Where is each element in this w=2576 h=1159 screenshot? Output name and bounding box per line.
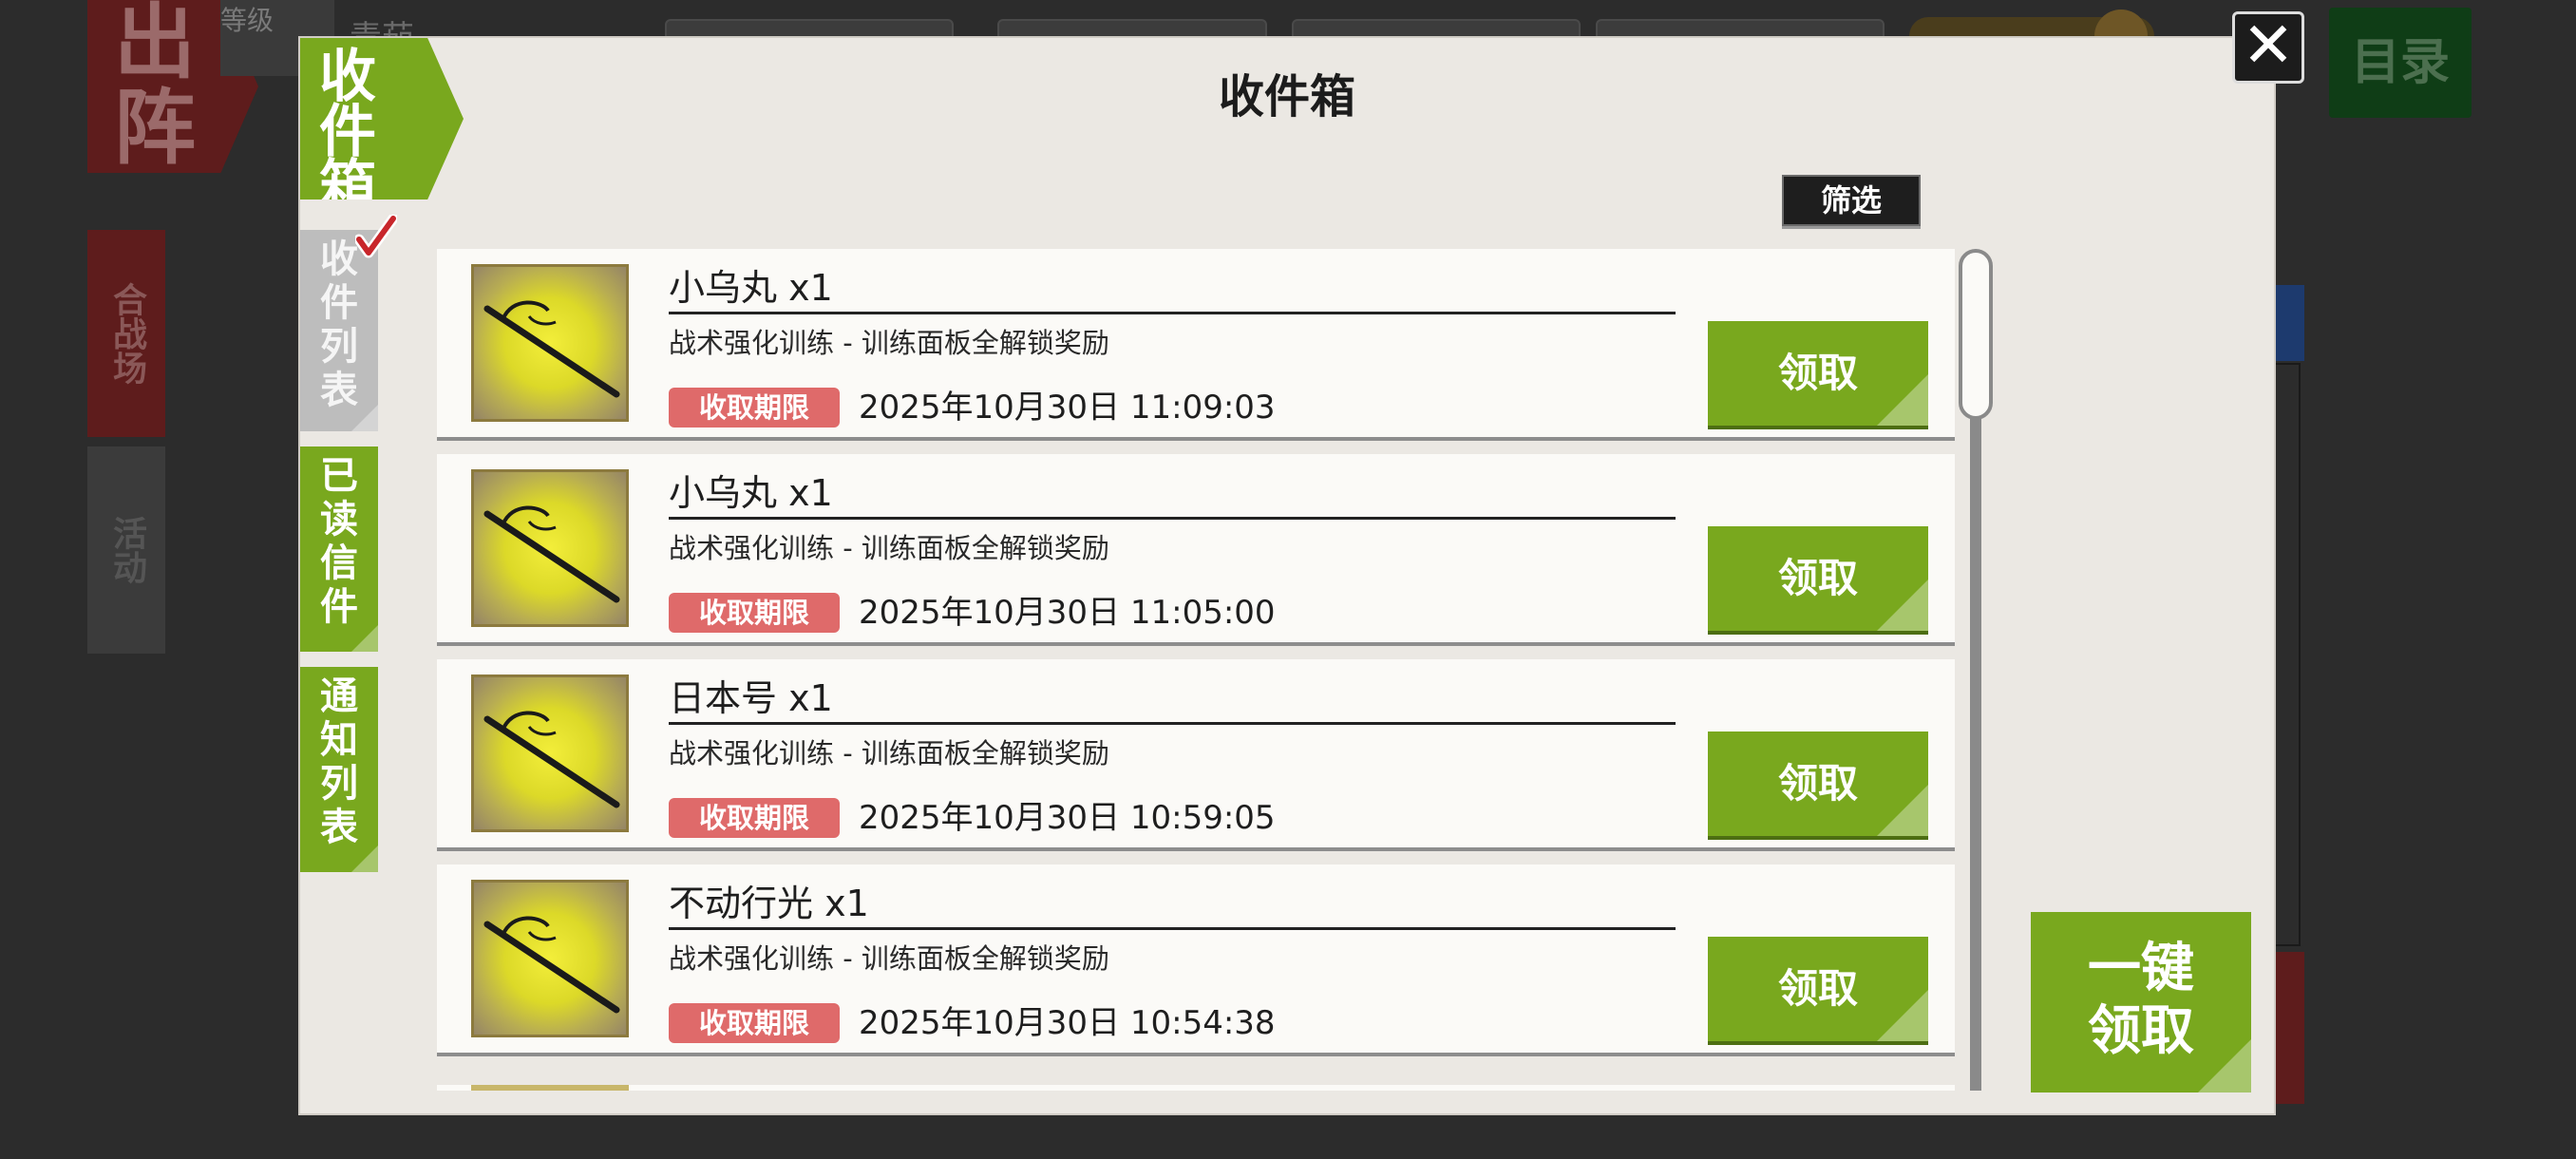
close-button[interactable]: ✕ (2232, 11, 2304, 84)
mail-source: 战术强化训练 - 训练面板全解锁奖励 (669, 327, 1109, 359)
tab-notice-list[interactable]: 通 知 列 表 (300, 667, 378, 872)
side-panel-edge (2276, 285, 2304, 361)
arena-tab[interactable]: 合战场 (87, 230, 165, 437)
mail-row (437, 1085, 1955, 1091)
item-name: 小乌丸 x1 (669, 264, 1676, 314)
item-name: 日本号 x1 (669, 674, 1676, 725)
tab-char: 已 (320, 453, 358, 498)
deadline-tag: 收取期限 (669, 1003, 840, 1043)
tab-char: 列 (320, 761, 358, 806)
tab-char: 件 (320, 280, 358, 325)
deadline-time: 2025年10月30日 10:54:38 (859, 1004, 1276, 1042)
mail-source: 战术强化训练 - 训练面板全解锁奖励 (669, 737, 1109, 770)
mail-row: 日本号 x1 战术强化训练 - 训练面板全解锁奖励 收取期限 2025年10月3… (437, 659, 1955, 847)
badge-char: 箱 (319, 154, 376, 220)
deadline-tag: 收取期限 (669, 593, 840, 633)
mail-row: 小乌丸 x1 战术强化训练 - 训练面板全解锁奖励 收取期限 2025年10月3… (437, 454, 1955, 642)
katana-icon (471, 674, 629, 832)
claim-all-button[interactable]: 一键 领取 (2031, 912, 2251, 1092)
claim-button[interactable]: 领取 (1708, 732, 1928, 836)
deadline-tag: 收取期限 (669, 388, 840, 428)
deadline-time: 2025年10月30日 11:05:00 (859, 594, 1276, 632)
menu-button[interactable]: 目录 (2329, 8, 2472, 118)
mail-source: 战术强化训练 - 训练面板全解锁奖励 (669, 942, 1109, 975)
tab-char: 表 (320, 805, 358, 849)
side-panel-edge (2276, 952, 2304, 1104)
mail-row: 小乌丸 x1 战术强化训练 - 训练面板全解锁奖励 收取期限 2025年10月3… (437, 249, 1955, 437)
event-tab[interactable]: 活动 (87, 446, 165, 654)
item-thumbnail (471, 1085, 629, 1091)
scrollbar-thumb[interactable] (1959, 249, 1993, 420)
item-name: 不动行光 x1 (669, 880, 1676, 930)
tab-inbox-list[interactable]: 收 件 列 表 (300, 230, 378, 431)
deadline-time: 2025年10月30日 10:59:05 (859, 799, 1276, 837)
mail-source: 战术强化训练 - 训练面板全解锁奖励 (669, 532, 1109, 564)
badge-char: 件 (319, 99, 376, 165)
deadline-tag: 收取期限 (669, 798, 840, 838)
badge-char: 收 (319, 44, 376, 110)
tab-char: 列 (320, 324, 358, 369)
tab-char: 信 (320, 541, 358, 585)
claim-button[interactable]: 领取 (1708, 321, 1928, 426)
claim-all-line: 领取 (2088, 999, 2194, 1062)
katana-icon (471, 469, 629, 627)
tab-read-mail[interactable]: 已 读 信 件 (300, 446, 378, 652)
claim-all-line: 一键 (2088, 937, 2194, 999)
side-panel-edge (2276, 363, 2301, 946)
mail-list[interactable]: 小乌丸 x1 战术强化训练 - 训练面板全解锁奖励 收取期限 2025年10月3… (437, 249, 1959, 1091)
katana-icon (471, 880, 629, 1037)
filter-button[interactable]: 筛选 (1782, 175, 1921, 226)
mail-row: 不动行光 x1 战术强化训练 - 训练面板全解锁奖励 收取期限 2025年10月… (437, 864, 1955, 1053)
katana-icon (471, 264, 629, 422)
tab-char: 通 (320, 674, 358, 718)
dialog-title: 收件箱 (1218, 70, 1355, 124)
tab-char: 知 (320, 717, 358, 762)
tab-char: 件 (320, 584, 358, 629)
tab-char: 读 (320, 497, 358, 542)
deadline-time: 2025年10月30日 11:09:03 (859, 389, 1276, 427)
inbox-dialog: 收件箱 收 件 箱 筛选 收 件 列 表 已 读 信 件 通 知 列 表 小乌丸… (300, 38, 2274, 1113)
checkmark-icon (355, 215, 397, 258)
tab-char: 表 (320, 368, 358, 412)
claim-button[interactable]: 领取 (1708, 937, 1928, 1041)
item-name: 小乌丸 x1 (669, 469, 1676, 520)
claim-button[interactable]: 领取 (1708, 526, 1928, 631)
